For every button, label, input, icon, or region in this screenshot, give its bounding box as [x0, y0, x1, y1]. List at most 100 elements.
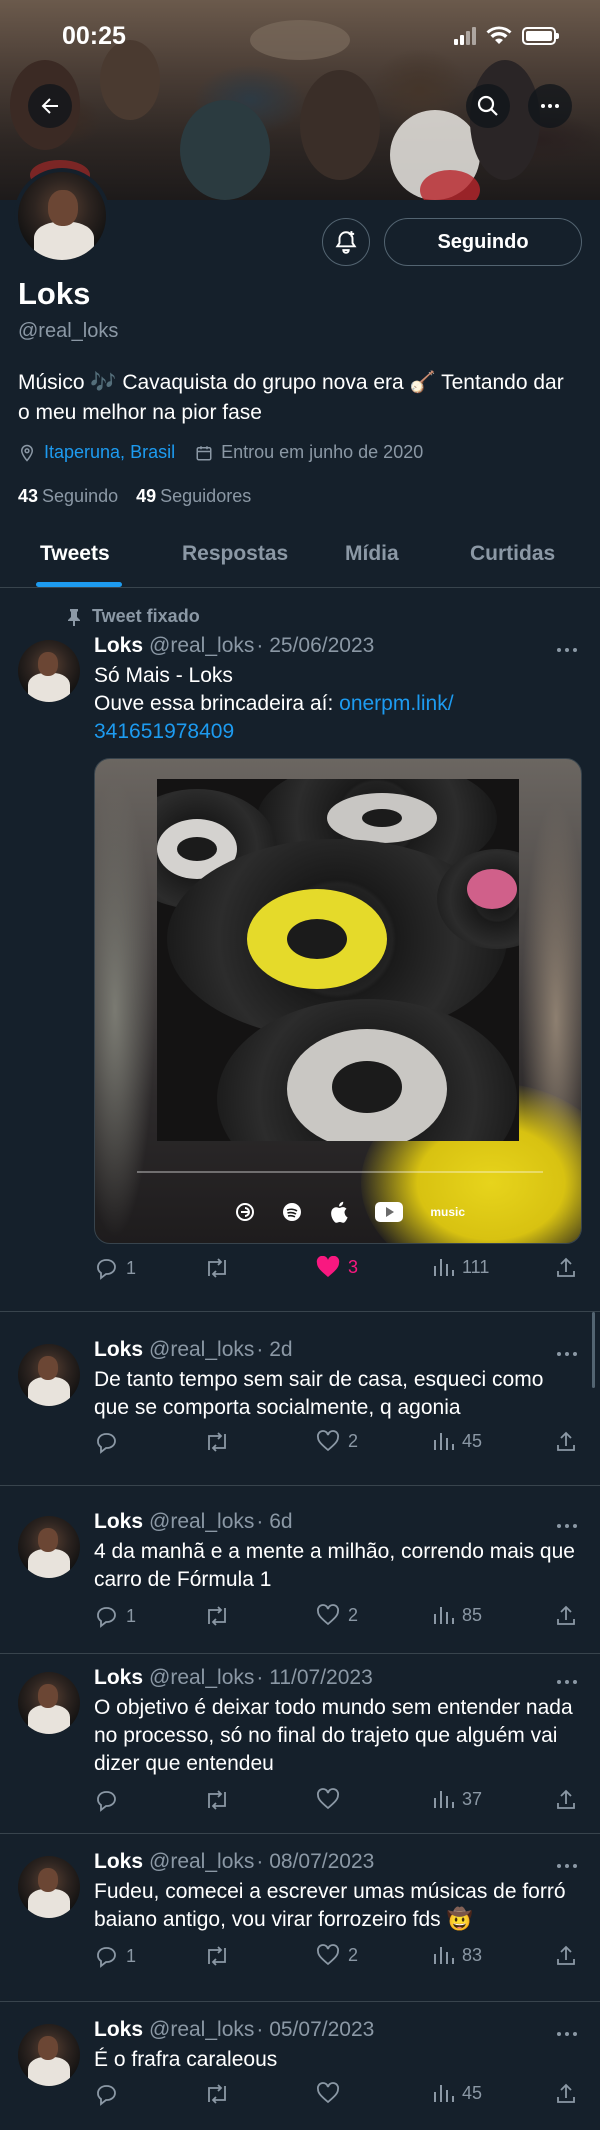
tweet-media-card[interactable]: music: [94, 758, 582, 1244]
tweet-avatar[interactable]: [18, 1344, 80, 1406]
reply-icon: [97, 1947, 116, 1968]
tweet-author-handle: @real_loks: [149, 1850, 255, 1873]
spotify-icon[interactable]: [282, 1202, 302, 1222]
followers-count-link[interactable]: 49 Seguidores: [136, 486, 251, 507]
share-icon: [557, 2083, 575, 2103]
like-icon: [317, 1788, 339, 1810]
tweet-link-cont[interactable]: 341651978409: [94, 718, 584, 746]
views-button[interactable]: 45: [432, 1430, 482, 1452]
tab-midia[interactable]: Mídia: [345, 542, 399, 566]
profile-tabs: Tweets Respostas Mídia Curtidas: [0, 528, 600, 588]
like-icon: [316, 1256, 340, 1277]
views-button[interactable]: 111: [432, 1256, 489, 1278]
more-icon: [557, 648, 577, 652]
retweet-button[interactable]: [204, 1430, 230, 1454]
views-button[interactable]: 45: [432, 2082, 482, 2104]
youtube-icon[interactable]: [374, 1202, 403, 1222]
tweet-avatar[interactable]: [18, 2024, 80, 2086]
share-button[interactable]: [554, 1256, 578, 1280]
views-button[interactable]: 85: [432, 1604, 482, 1626]
apple-icon[interactable]: [330, 1201, 348, 1223]
reply-button[interactable]: [94, 2082, 126, 2106]
tweet-link[interactable]: onerpm.link/: [339, 692, 453, 715]
reply-button[interactable]: 1: [94, 1256, 136, 1280]
tab-curtidas[interactable]: Curtidas: [470, 542, 555, 566]
tweet-text: O objetivo é deixar todo mundo sem enten…: [94, 1696, 573, 1775]
reply-button[interactable]: 1: [94, 1604, 136, 1628]
views-button[interactable]: 83: [432, 1944, 482, 1966]
tweet-avatar[interactable]: [18, 1856, 80, 1918]
more-icon: [557, 1524, 577, 1528]
tweet-author-name[interactable]: Loks: [94, 2018, 143, 2042]
like-button[interactable]: 3: [316, 1256, 358, 1278]
views-button[interactable]: 37: [432, 1788, 482, 1810]
tweet-author-name[interactable]: Loks: [94, 1666, 143, 1690]
share-button[interactable]: [554, 1788, 578, 1812]
tweet-actions: 45: [94, 2082, 584, 2110]
retweet-button[interactable]: [204, 2082, 230, 2106]
retweet-button[interactable]: [204, 1604, 230, 1628]
like-button[interactable]: [316, 2082, 348, 2104]
tweet-avatar[interactable]: [18, 640, 80, 702]
reply-button[interactable]: 1: [94, 1944, 136, 1968]
like-button[interactable]: [316, 1788, 348, 1810]
tweet-more-button[interactable]: [552, 2024, 582, 2044]
tweet-more-button[interactable]: [552, 1856, 582, 1876]
retweet-button[interactable]: [204, 1256, 230, 1280]
tab-respostas[interactable]: Respostas: [182, 542, 288, 566]
tab-tweets[interactable]: Tweets: [40, 542, 110, 566]
reply-button[interactable]: [94, 1788, 126, 1812]
location-link[interactable]: Itaperuna, Brasil: [44, 442, 175, 463]
reply-button[interactable]: [94, 1430, 126, 1454]
reply-icon: [97, 2085, 116, 2106]
deezer-icon[interactable]: [235, 1202, 255, 1222]
like-button[interactable]: 2: [316, 1944, 358, 1966]
following-count-link[interactable]: 43 Seguindo: [18, 486, 118, 507]
retweet-icon: [208, 1606, 226, 1626]
tweet-author-name[interactable]: Loks: [94, 1510, 143, 1534]
amazon-music-icon[interactable]: music: [430, 1205, 465, 1219]
back-button[interactable]: [28, 84, 72, 128]
views-icon: [434, 2085, 454, 2102]
notifications-button[interactable]: [322, 218, 370, 266]
more-options-button[interactable]: [528, 84, 572, 128]
share-button[interactable]: [554, 1604, 578, 1628]
share-button[interactable]: [554, 2082, 578, 2106]
wifi-icon: [486, 26, 512, 44]
following-button[interactable]: Seguindo: [384, 218, 582, 266]
retweet-button[interactable]: [204, 1944, 230, 1968]
share-button[interactable]: [554, 1430, 578, 1454]
like-icon: [317, 2082, 339, 2104]
profile-bio: Músico 🎶 Cavaquista do grupo nova era 🪕 …: [18, 371, 564, 424]
location-icon: [20, 444, 34, 462]
tweet-more-button[interactable]: [552, 1344, 582, 1364]
tweet-date: · 05/07/2023: [256, 2018, 375, 2041]
reply-icon: [97, 1259, 116, 1280]
joined-date: Entrou em junho de 2020: [221, 442, 424, 462]
like-icon: [317, 1430, 339, 1452]
share-button[interactable]: [554, 1944, 578, 1968]
more-icon: [541, 104, 559, 108]
status-time: 00:25: [62, 22, 126, 50]
tweet-more-button[interactable]: [552, 640, 582, 660]
more-icon: [557, 1352, 577, 1356]
profile-avatar[interactable]: [14, 168, 110, 264]
share-icon: [557, 1431, 575, 1451]
tweet-avatar[interactable]: [18, 1516, 80, 1578]
views-icon: [434, 1607, 454, 1624]
scrollbar[interactable]: [592, 1312, 595, 1388]
tweet-author-name[interactable]: Loks: [94, 1850, 143, 1874]
tweet-author-name[interactable]: Loks: [94, 634, 143, 658]
share-icon: [557, 1945, 575, 1965]
tweet-more-button[interactable]: [552, 1672, 582, 1692]
tweet-avatar[interactable]: [18, 1672, 80, 1734]
pinned-indicator: Tweet fixado: [66, 606, 200, 627]
tweet-more-button[interactable]: [552, 1516, 582, 1536]
tweet-author-name[interactable]: Loks: [94, 1338, 143, 1362]
search-button[interactable]: [466, 84, 510, 128]
like-button[interactable]: 2: [316, 1604, 358, 1626]
media-progress-bar[interactable]: [137, 1171, 543, 1173]
like-button[interactable]: 2: [316, 1430, 358, 1452]
cellular-signal-icon: [454, 27, 476, 45]
retweet-button[interactable]: [204, 1788, 230, 1812]
